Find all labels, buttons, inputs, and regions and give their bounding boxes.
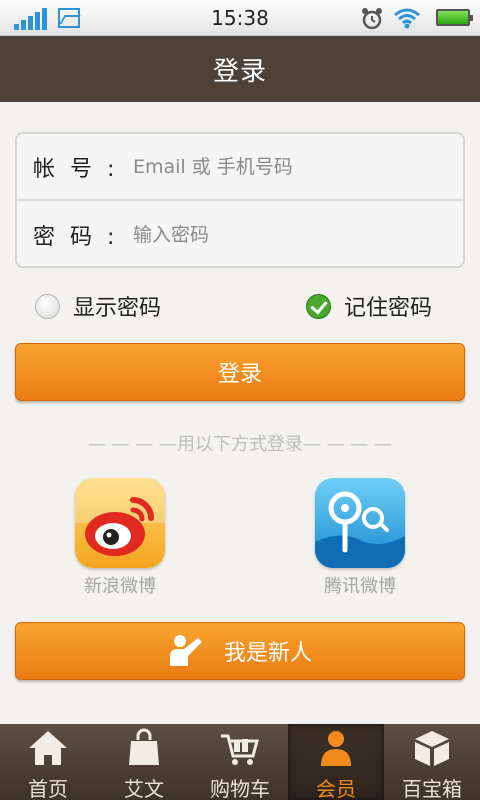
account-input[interactable] bbox=[121, 146, 463, 187]
tab-aiwen[interactable]: 艾文 bbox=[96, 724, 192, 800]
tab-cart[interactable]: 购物车 bbox=[192, 724, 288, 800]
title-bar: 登录 bbox=[0, 36, 480, 102]
weibo-label: 新浪微博 bbox=[84, 576, 156, 597]
home-icon bbox=[29, 731, 67, 765]
password-input[interactable] bbox=[121, 214, 463, 255]
page-title: 登录 bbox=[212, 56, 267, 87]
shopping-bag-icon bbox=[129, 728, 159, 765]
remember-password-option[interactable]: 记住密码 bbox=[306, 290, 432, 322]
show-password-radio[interactable] bbox=[35, 293, 60, 319]
tab-home-label: 首页 bbox=[28, 777, 68, 800]
tab-toolbox-label: 百宝箱 bbox=[402, 777, 462, 800]
tab-aiwen-label: 艾文 bbox=[124, 777, 164, 800]
show-password-label: 显示密码 bbox=[73, 296, 162, 321]
remember-password-checkbox[interactable] bbox=[306, 293, 331, 319]
login-form: 帐 号 : 密 码 : bbox=[15, 132, 465, 268]
cart-icon bbox=[221, 734, 259, 765]
wifi-icon bbox=[394, 8, 420, 29]
tencent-weibo-icon[interactable] bbox=[315, 478, 405, 568]
bottom-tab-bar: 首页 艾文 购物车 会员 百宝箱 bbox=[0, 724, 480, 800]
box-icon bbox=[415, 731, 449, 766]
tencent-weibo-login[interactable]: 腾讯微博 bbox=[314, 478, 406, 598]
tab-member[interactable]: 会员 bbox=[288, 724, 384, 800]
account-row: 帐 号 : bbox=[17, 134, 463, 201]
new-user-button[interactable]: 我是新人 bbox=[15, 622, 465, 680]
tab-cart-label: 购物车 bbox=[210, 777, 270, 800]
login-methods-divider: — — — —用以下方式登录— — — — bbox=[87, 434, 393, 455]
tab-home[interactable]: 首页 bbox=[0, 724, 96, 800]
alarm-icon bbox=[362, 8, 382, 30]
password-row: 密 码 : bbox=[17, 201, 463, 268]
password-label: 密 码 : bbox=[33, 224, 119, 250]
tab-toolbox[interactable]: 百宝箱 bbox=[384, 724, 480, 800]
tab-member-label: 会员 bbox=[316, 777, 356, 800]
weibo-login[interactable]: 新浪微博 bbox=[74, 478, 166, 598]
remember-password-label: 记住密码 bbox=[344, 296, 433, 321]
show-password-option[interactable]: 显示密码 bbox=[35, 290, 161, 322]
battery-icon bbox=[436, 9, 473, 26]
member-icon bbox=[321, 731, 351, 766]
new-user-label: 我是新人 bbox=[223, 641, 312, 666]
weibo-icon[interactable] bbox=[75, 478, 165, 568]
tencent-weibo-label: 腾讯微博 bbox=[324, 576, 396, 597]
login-button[interactable]: 登录 bbox=[15, 343, 465, 401]
status-bar: 15:38 bbox=[0, 0, 480, 36]
account-label: 帐 号 : bbox=[33, 156, 119, 182]
new-user-icon bbox=[169, 635, 202, 666]
